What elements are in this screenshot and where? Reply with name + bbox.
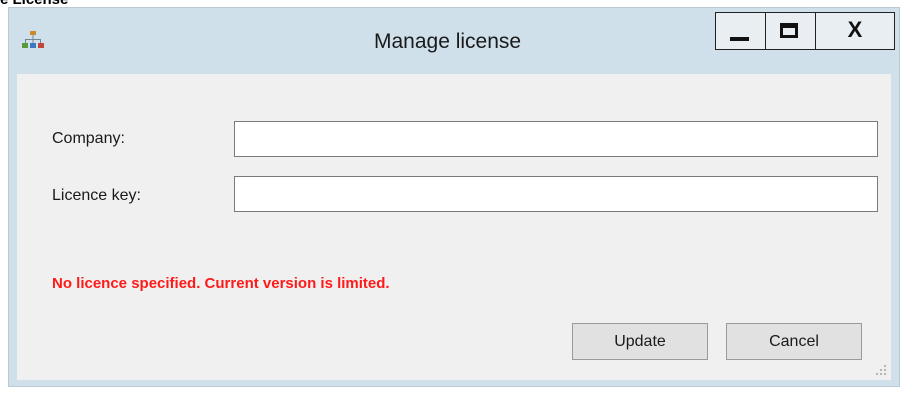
- company-label: Company:: [52, 130, 125, 147]
- network-hierarchy-icon: [22, 31, 44, 48]
- window-controls: X: [715, 12, 895, 50]
- window-title: Manage license: [374, 30, 522, 53]
- title-bar[interactable]: Manage license X: [9, 8, 899, 74]
- licence-status-message: No licence specified. Current version is…: [52, 275, 390, 292]
- maximize-icon: [780, 23, 798, 38]
- resize-grip-icon[interactable]: [875, 364, 887, 376]
- licence-key-input[interactable]: [234, 176, 878, 212]
- close-button[interactable]: X: [816, 13, 894, 49]
- close-icon: X: [847, 17, 863, 42]
- licence-key-label: Licence key:: [52, 187, 141, 204]
- manage-license-dialog: Manage license X Company: Licence key: N…: [8, 7, 900, 387]
- cancel-button[interactable]: Cancel: [726, 323, 862, 360]
- minimize-icon: [730, 37, 749, 41]
- update-button[interactable]: Update: [572, 323, 708, 360]
- maximize-button[interactable]: [766, 13, 816, 49]
- company-input[interactable]: [234, 121, 878, 157]
- minimize-button[interactable]: [716, 13, 766, 49]
- dialog-body: Company: Licence key: No licence specifi…: [17, 74, 891, 380]
